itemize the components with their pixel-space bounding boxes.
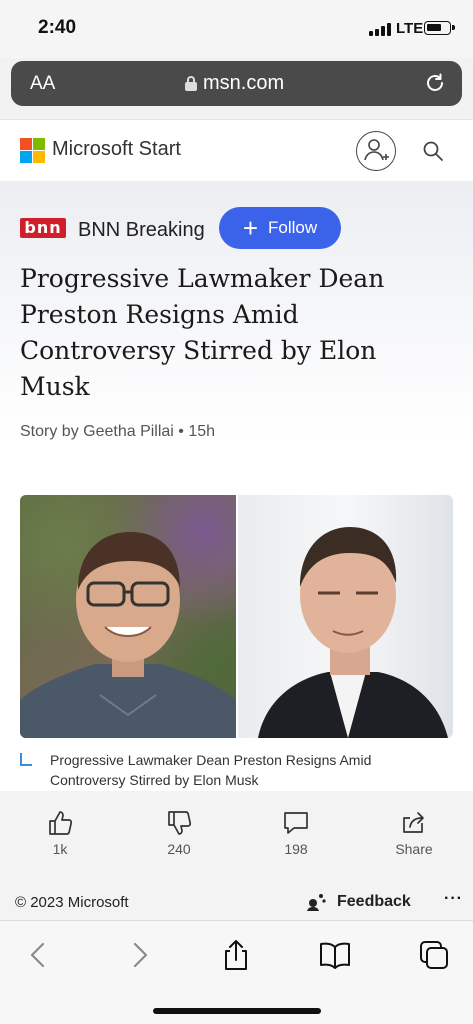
publisher-name[interactable]: BNN Breaking bbox=[78, 219, 205, 242]
caption-bracket-icon bbox=[20, 753, 32, 766]
reload-icon[interactable] bbox=[423, 71, 447, 95]
brand-name[interactable]: Microsoft Start bbox=[52, 138, 181, 161]
forward-icon[interactable] bbox=[122, 938, 156, 972]
thumbs-up-icon bbox=[49, 811, 73, 835]
follow-label: Follow bbox=[268, 218, 318, 237]
plus-icon: + bbox=[242, 213, 259, 243]
follow-button[interactable]: + Follow bbox=[219, 207, 341, 249]
lock-icon bbox=[185, 76, 197, 91]
publisher-logo[interactable]: bnn bbox=[20, 218, 66, 238]
home-indicator bbox=[153, 1008, 321, 1014]
share-label: Share bbox=[395, 841, 433, 857]
dislike-button[interactable]: 240 bbox=[139, 809, 219, 857]
hero-image[interactable] bbox=[20, 495, 453, 738]
byline: Story by Geetha Pillai • 15h bbox=[20, 423, 216, 440]
status-bar: 2:40 LTE bbox=[0, 0, 473, 58]
site-header: Microsoft Start bbox=[0, 119, 473, 181]
comment-icon bbox=[284, 812, 308, 834]
page-footer: © 2023 Microsoft Feedback ··· bbox=[0, 886, 473, 920]
share-sheet-icon[interactable] bbox=[219, 938, 253, 972]
copyright-text: © 2023 Microsoft bbox=[15, 894, 129, 911]
back-icon[interactable] bbox=[22, 938, 56, 972]
thumbs-down-icon bbox=[168, 811, 192, 835]
article: bnn BNN Breaking + Follow Progressive La… bbox=[0, 181, 473, 791]
dislike-count: 240 bbox=[167, 841, 191, 857]
like-count: 1k bbox=[52, 841, 68, 857]
network-type: LTE bbox=[396, 20, 424, 37]
feedback-label: Feedback bbox=[337, 893, 411, 910]
elon-musk-photo bbox=[238, 495, 453, 738]
tabs-icon[interactable] bbox=[417, 938, 451, 972]
dean-preston-photo bbox=[20, 495, 236, 738]
article-headline: Progressive Lawmaker Dean Preston Resign… bbox=[20, 264, 385, 401]
signal-icon bbox=[369, 23, 393, 36]
feedback-button[interactable]: Feedback bbox=[307, 893, 411, 911]
status-time: 2:40 bbox=[38, 17, 77, 38]
share-button[interactable]: Share bbox=[374, 809, 454, 857]
url-field[interactable]: msn.com bbox=[185, 72, 284, 95]
profile-button[interactable] bbox=[356, 131, 396, 171]
share-icon bbox=[403, 812, 424, 833]
text-size-button[interactable]: AA bbox=[30, 73, 55, 95]
add-user-icon bbox=[364, 139, 389, 161]
image-caption: Progressive Lawmaker Dean Preston Resign… bbox=[50, 752, 372, 788]
url-text: msn.com bbox=[203, 72, 285, 94]
address-bar[interactable]: AA msn.com bbox=[11, 61, 462, 106]
comment-count: 198 bbox=[284, 841, 308, 857]
microsoft-logo-icon[interactable] bbox=[20, 138, 45, 163]
browser-toolbar bbox=[0, 920, 473, 1024]
feedback-icon bbox=[307, 894, 326, 911]
bookmarks-icon[interactable] bbox=[318, 938, 352, 972]
battery-icon bbox=[424, 21, 455, 35]
like-button[interactable]: 1k bbox=[20, 809, 100, 857]
reaction-bar: 1k 240 198 Share bbox=[0, 791, 473, 886]
more-options-icon[interactable]: ··· bbox=[444, 890, 463, 908]
comment-button[interactable]: 198 bbox=[256, 809, 336, 857]
search-icon[interactable] bbox=[421, 139, 445, 163]
